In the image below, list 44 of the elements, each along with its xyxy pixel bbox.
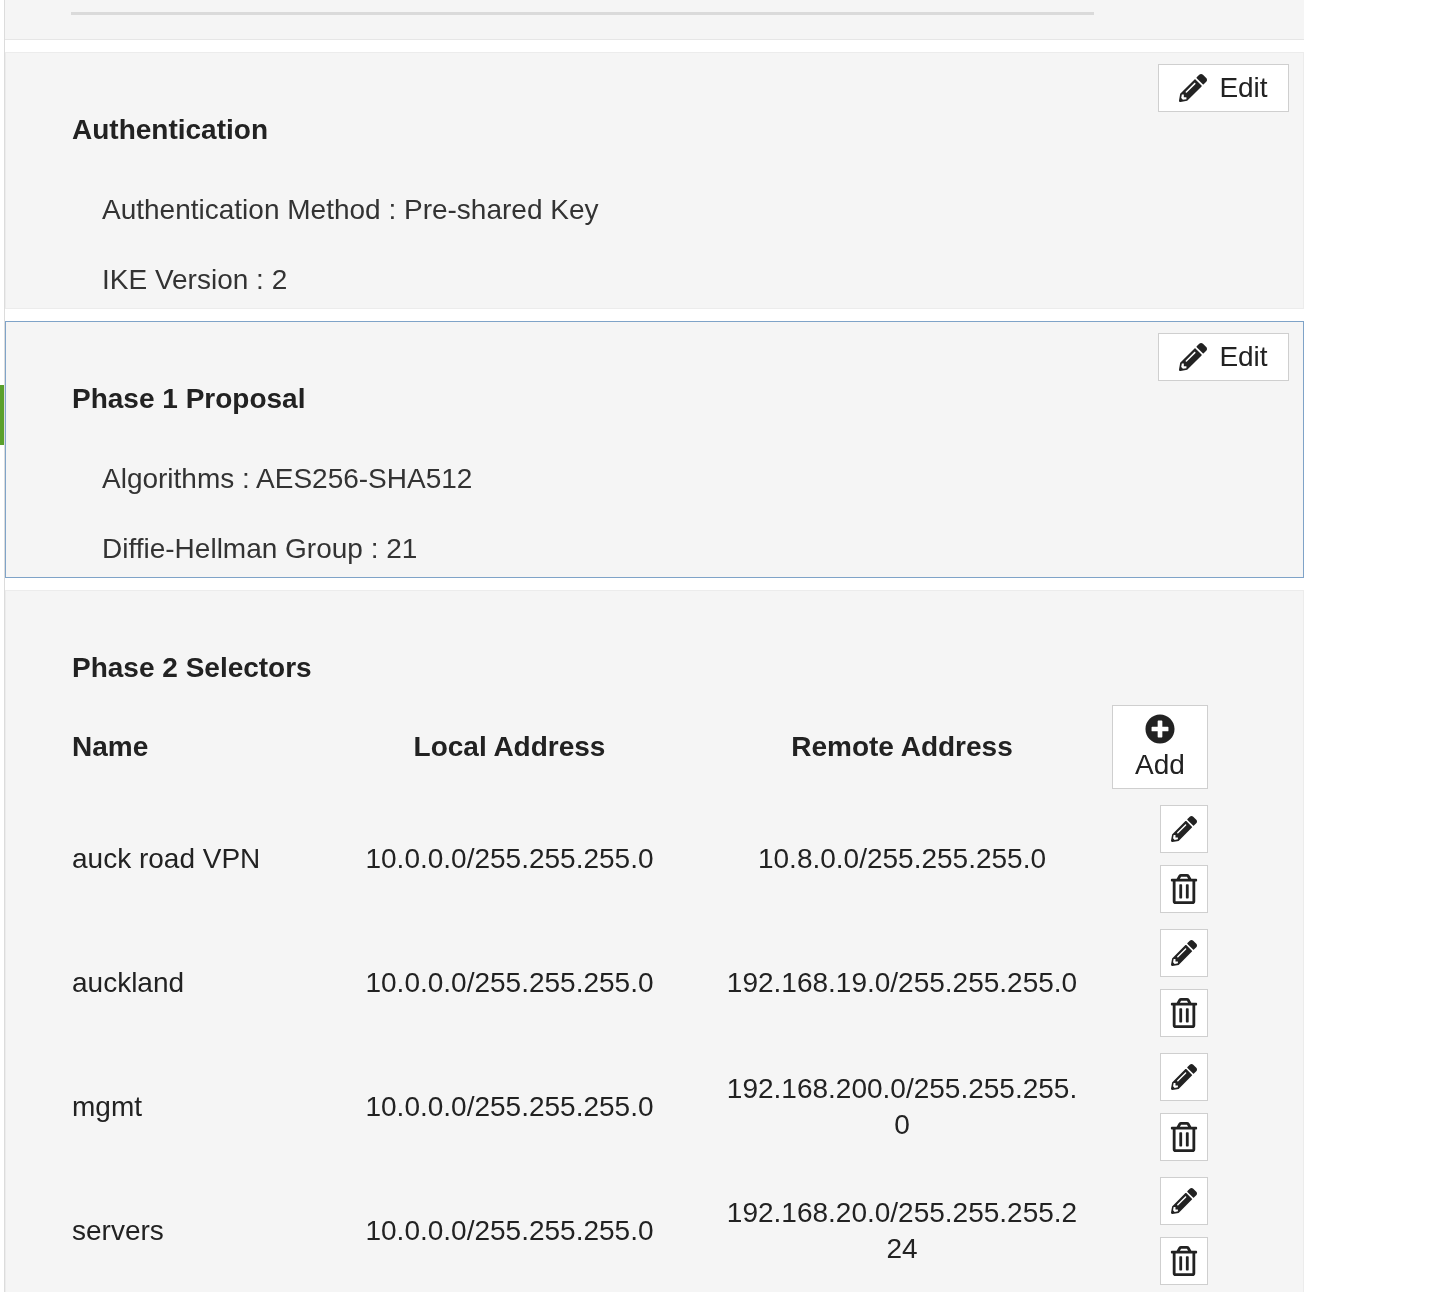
section-title: Phase 2 Selectors — [72, 651, 313, 685]
remote-address-cell-text: 192.168.19.0/255.255.255.0 — [725, 966, 1079, 1000]
pencil-icon — [1179, 74, 1208, 102]
edit-button[interactable]: Edit — [1158, 333, 1289, 381]
pencil-icon — [1179, 343, 1208, 371]
section-title: Authentication — [72, 113, 268, 147]
local-address-cell-text: 10.0.0.0/255.255.255.0 — [365, 966, 654, 1000]
column-header: Remote Address — [791, 730, 1013, 764]
remote-address-cell-text: 192.168.20.0/255.255.255.224 — [725, 1196, 1079, 1266]
field-text: Algorithms : AES256-SHA512 — [102, 462, 474, 496]
local-address-cell-text: 10.0.0.0/255.255.255.0 — [365, 842, 654, 876]
local-address-cell-text: 10.0.0.0/255.255.255.0 — [365, 1090, 654, 1124]
pencil-icon — [1171, 1064, 1197, 1090]
local-address-cell-text: 10.0.0.0/255.255.255.0 — [365, 1214, 654, 1248]
add-button[interactable]: Add — [1112, 705, 1208, 789]
delete-button[interactable] — [1160, 865, 1208, 913]
pencil-icon — [1171, 816, 1197, 842]
edit-icon-button[interactable] — [1160, 1177, 1208, 1225]
edit-button[interactable]: Edit — [1158, 64, 1289, 112]
delete-button[interactable] — [1160, 989, 1208, 1037]
delete-button[interactable] — [1160, 1113, 1208, 1161]
name-cell-text: mgmt — [72, 1090, 142, 1124]
edit-icon-button[interactable] — [1160, 929, 1208, 977]
trash-icon — [1169, 874, 1199, 904]
field-text: Authentication Method : Pre-shared Key — [102, 193, 600, 227]
edit-icon-button[interactable] — [1160, 805, 1208, 853]
column-header: Name — [72, 731, 149, 762]
column-header: Local Address — [413, 730, 606, 764]
trash-icon — [1169, 1246, 1199, 1276]
edit-icon-button[interactable] — [1160, 1053, 1208, 1101]
remote-address-cell-text: 192.168.200.0/255.255.255.0 — [725, 1072, 1079, 1142]
field-text: IKE Version : 2 — [102, 263, 289, 297]
name-cell-text: servers — [72, 1214, 164, 1248]
name-cell-text: auck road VPN — [72, 842, 261, 876]
delete-button[interactable] — [1160, 1237, 1208, 1285]
left-edge-marker — [0, 385, 4, 445]
field-text: Diffie-Hellman Group : 21 — [102, 532, 419, 566]
name-cell-text: auckland — [72, 966, 185, 1000]
trash-icon — [1169, 998, 1199, 1028]
section-title: Phase 1 Proposal — [72, 382, 306, 416]
pencil-icon — [1171, 940, 1197, 966]
trash-icon — [1169, 1122, 1199, 1152]
remote-address-cell-text: 10.8.0.0/255.255.255.0 — [756, 842, 1047, 876]
pencil-icon — [1171, 1188, 1197, 1214]
